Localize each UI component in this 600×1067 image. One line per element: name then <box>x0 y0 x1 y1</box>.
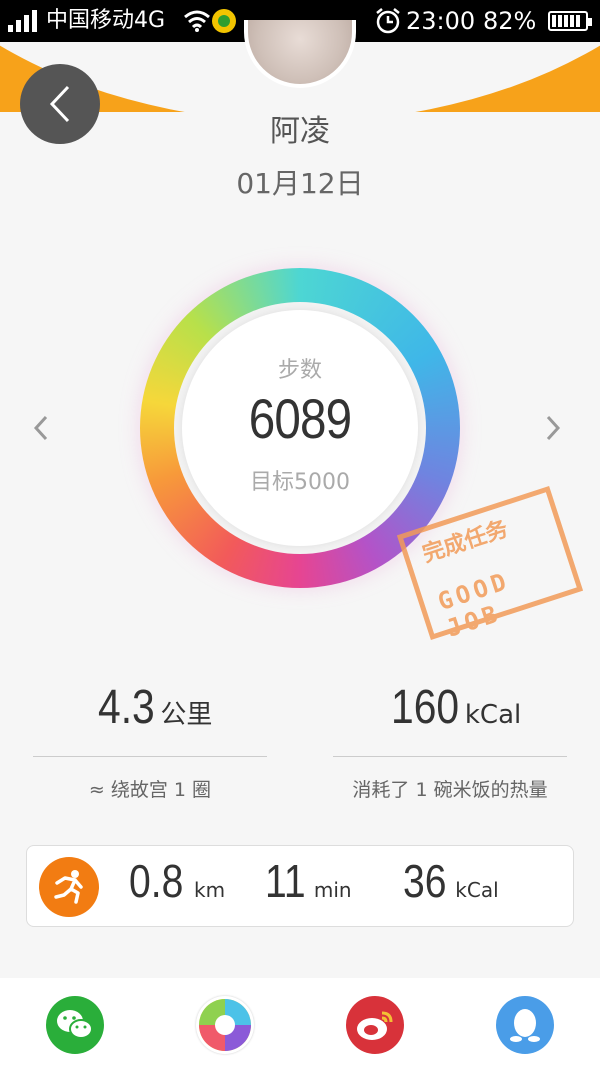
run-time-value: 11 <box>265 855 306 907</box>
calories-stat: 160 kCal 消耗了 1 碗米饭的热量 <box>333 680 567 802</box>
calories-unit: kCal <box>464 700 522 730</box>
weibo-share-button[interactable] <box>346 996 404 1054</box>
run-distance-unit: km <box>194 878 226 902</box>
battery-icon <box>548 11 592 31</box>
distance-description: ≈ 绕故宫 1 圈 <box>88 779 212 801</box>
qq-icon <box>510 1009 540 1042</box>
carrier-name: 中国移动4G <box>46 8 166 33</box>
run-distance-value: 0.8 <box>129 855 184 907</box>
next-day-icon[interactable] <box>544 414 562 450</box>
distance-unit: 公里 <box>160 700 213 730</box>
running-icon <box>39 857 99 917</box>
divider <box>33 756 267 757</box>
moments-share-button[interactable] <box>196 996 254 1054</box>
previous-day-icon[interactable] <box>32 414 50 450</box>
date-label: 01月12日 <box>236 167 364 200</box>
clock-time: 23:00 <box>406 7 476 35</box>
run-time-unit: min <box>313 878 352 902</box>
run-calories-value: 36 <box>403 855 447 907</box>
user-name: 阿凌 <box>270 114 330 149</box>
alarm-icon <box>376 8 400 34</box>
calories-value: 160 <box>390 681 459 734</box>
steps-goal: 目标5000 <box>250 470 350 495</box>
distance-stat: 4.3 公里 ≈ 绕故宫 1 圈 <box>33 680 267 802</box>
qq-share-button[interactable] <box>496 996 554 1054</box>
distance-value: 4.3 <box>97 681 155 734</box>
steps-label: 步数 <box>277 358 322 383</box>
calories-description: 消耗了 1 碗米饭的热量 <box>352 779 548 801</box>
weibo-icon <box>357 1011 393 1040</box>
run-summary-card[interactable]: 0.8 km 11 min 36 kCal <box>26 845 574 927</box>
battery-percent: 82% <box>483 7 537 35</box>
run-calories-unit: kCal <box>455 878 499 902</box>
moments-icon <box>199 999 251 1051</box>
steps-value: 6089 <box>248 387 352 450</box>
divider <box>333 756 567 757</box>
wechat-share-button[interactable] <box>46 996 104 1054</box>
stamp-good-job: GOOD JOB <box>434 566 514 643</box>
wifi-icon <box>184 10 210 32</box>
security-app-icon <box>212 9 236 33</box>
wechat-icon <box>57 1010 93 1039</box>
signal-icon <box>8 10 37 32</box>
share-bar <box>0 978 600 1067</box>
